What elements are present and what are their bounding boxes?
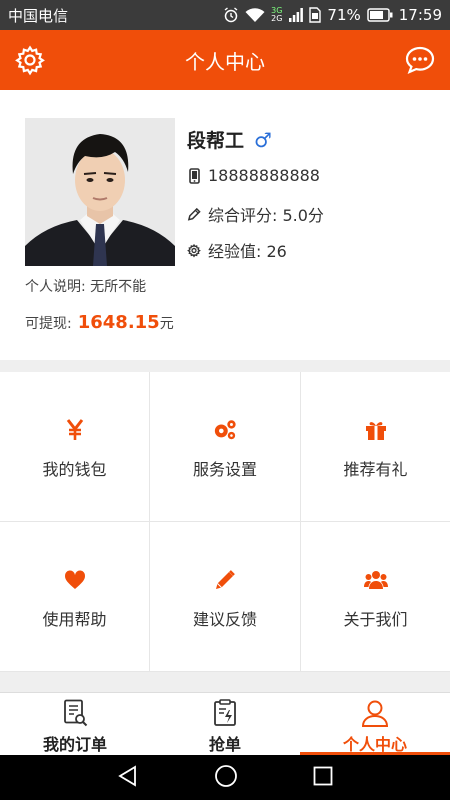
menu-item-help[interactable]: 使用帮助 (0, 522, 149, 671)
network-type: 3G 2G (271, 7, 282, 23)
withdraw-unit: 元 (159, 316, 174, 332)
menu-label: 使用帮助 (42, 609, 107, 629)
menu-label: 我的钱包 (42, 459, 107, 479)
menu-label: 建议反馈 (192, 609, 257, 629)
avatar[interactable] (25, 118, 175, 266)
wifi-icon (245, 7, 265, 23)
carrier-name: 中国电信 (8, 6, 69, 25)
signal-icon (289, 8, 304, 22)
tab-label: 抢单 (208, 735, 241, 754)
withdraw-label: 可提现: (25, 316, 72, 332)
user-name: 段帮工 (187, 130, 245, 152)
alarm-icon (223, 7, 239, 23)
home-icon[interactable] (214, 764, 238, 792)
phone-row: 18888888888 (187, 166, 320, 185)
menu-item-referral-gift[interactable]: 推荐有礼 (301, 372, 450, 521)
battery-percent: 71% (327, 6, 361, 24)
recent-apps-icon[interactable] (313, 766, 333, 790)
chat-bubble-icon (405, 46, 435, 75)
order-list-icon (60, 698, 90, 727)
battery-icon (367, 8, 393, 22)
status-bar: 中国电信 3G 2G 71% 17:59 (0, 0, 450, 30)
gear-small-icon (187, 242, 201, 258)
rating-row: 综合评分: 5.0分 (187, 202, 324, 226)
tab-label: 个人中心 (342, 735, 407, 754)
clock-time: 17:59 (398, 6, 442, 24)
phone-number: 18888888888 (208, 166, 320, 185)
menu-item-service-settings[interactable]: 服务设置 (150, 372, 300, 521)
personal-description: 个人说明: 无所不能 (25, 279, 147, 295)
gears-icon (213, 418, 237, 442)
messages-button[interactable] (404, 44, 436, 76)
tab-label: 我的订单 (42, 735, 107, 754)
experience-row: 经验值: 26 (187, 238, 287, 262)
withdrawable-balance: 可提现: 1648.15 元 (25, 312, 174, 333)
tab-my-orders[interactable]: 我的订单 (0, 693, 150, 755)
app-header: 个人中心 (0, 30, 450, 90)
menu-item-about-us[interactable]: 关于我们 (301, 522, 450, 671)
network-2g-label: 2G (271, 14, 283, 23)
menu-grid: 我的钱包 服务设置 推荐有礼 使用帮助 建议反馈 关于我们 (0, 372, 450, 672)
tab-grab-order[interactable]: 抢单 (150, 693, 300, 755)
menu-label: 服务设置 (192, 459, 257, 479)
menu-label: 关于我们 (343, 609, 408, 629)
system-nav-bar (0, 755, 450, 800)
users-icon (363, 568, 388, 592)
heart-icon (63, 568, 87, 592)
user-icon (360, 698, 390, 727)
yen-icon (63, 418, 87, 442)
back-icon[interactable] (117, 764, 139, 791)
rating-text: 综合评分: 5.0分 (208, 206, 324, 225)
gift-icon (364, 418, 388, 442)
page-title: 个人中心 (185, 49, 265, 74)
male-icon: ♂ (254, 127, 272, 152)
mobile-phone-icon (187, 167, 201, 184)
pencil-icon (187, 206, 201, 222)
name-row: 段帮工 ♂ (187, 126, 272, 153)
menu-item-wallet[interactable]: 我的钱包 (0, 372, 149, 521)
gear-icon (15, 45, 45, 76)
bottom-tab-bar: 我的订单 抢单 个人中心 (0, 692, 450, 755)
settings-button[interactable] (14, 44, 46, 76)
tab-personal-center[interactable]: 个人中心 (300, 693, 450, 755)
sim-icon (309, 7, 322, 23)
clipboard-lightning-icon (210, 698, 240, 727)
menu-label: 推荐有礼 (343, 459, 408, 479)
profile-card: 段帮工 ♂ 18888888888 综合评分: 5.0分 经验值: 26 个人说… (0, 90, 450, 360)
pencil-icon (213, 568, 237, 592)
status-icons: 3G 2G 71% 17:59 (223, 6, 442, 24)
withdraw-amount: 1648.15 (77, 312, 160, 333)
experience-text: 经验值: 26 (208, 242, 287, 261)
menu-item-feedback[interactable]: 建议反馈 (150, 522, 300, 671)
